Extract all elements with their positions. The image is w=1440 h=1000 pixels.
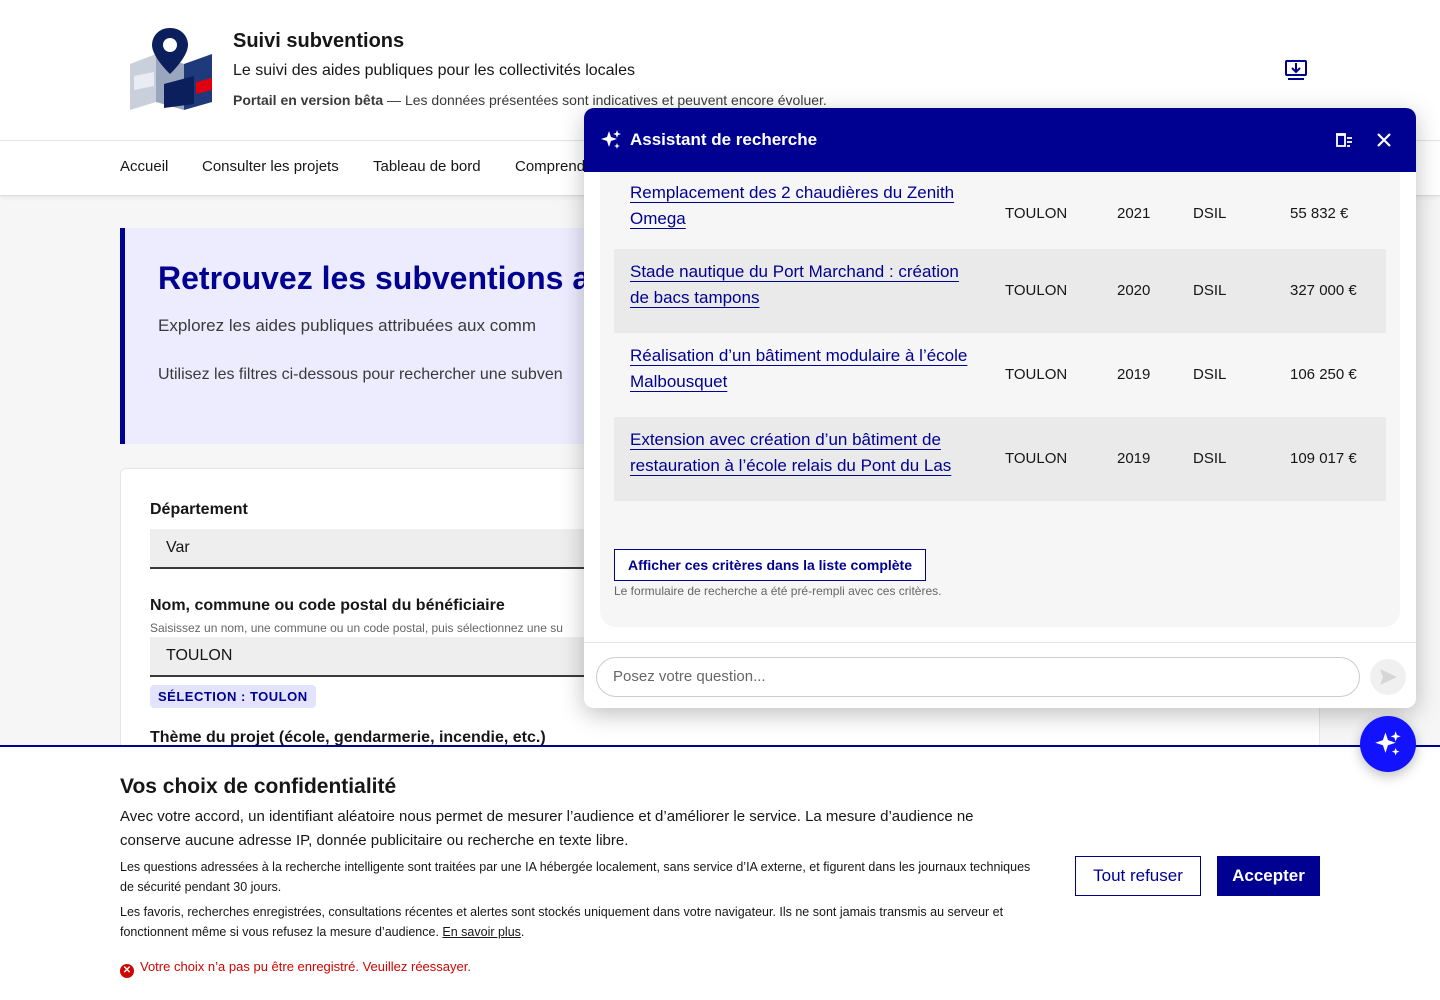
- close-icon[interactable]: [1374, 130, 1394, 150]
- show-criteria-button[interactable]: Afficher ces critères dans la liste comp…: [614, 549, 926, 581]
- assistant-footer: Posez votre question...: [584, 642, 1416, 708]
- result-year: 2020: [1117, 282, 1151, 299]
- assistant-header: Assistant de recherche: [584, 108, 1416, 172]
- learn-more-link[interactable]: En savoir plus: [442, 925, 521, 939]
- result-row: Extension avec création d’un bâtiment de…: [614, 417, 1386, 501]
- accept-button[interactable]: Accepter: [1217, 856, 1320, 896]
- site-logo[interactable]: [124, 24, 216, 114]
- nav-item-tableau-de-bord[interactable]: Tableau de bord: [373, 158, 481, 175]
- result-city: TOULON: [1005, 205, 1068, 222]
- result-year: 2021: [1117, 205, 1151, 222]
- beta-label: Portail en version bêta: [233, 92, 384, 108]
- consent-paragraph-ai: Les questions adressées à la recherche i…: [120, 860, 1031, 894]
- criteria-note: Le formulaire de recherche a été pré-rem…: [614, 584, 942, 598]
- beta-notice: Portail en version bêta — Les données pr…: [233, 92, 827, 108]
- beneficiary-hint: Saisissez un nom, une commune ou un code…: [150, 621, 563, 635]
- send-icon[interactable]: [1370, 659, 1406, 695]
- result-row: Stade nautique du Port Marchand : créati…: [614, 249, 1386, 333]
- result-title-link[interactable]: Stade nautique du Port Marchand : créati…: [630, 259, 980, 311]
- refuse-all-button[interactable]: Tout refuser: [1075, 856, 1201, 896]
- result-city: TOULON: [1005, 450, 1068, 467]
- assistant-title: Assistant de recherche: [630, 130, 818, 149]
- consent-title: Vos choix de confidentialité: [120, 775, 397, 798]
- consent-error-text: Votre choix n’a pas pu être enregistré. …: [140, 959, 471, 974]
- selection-badge[interactable]: SÉLECTION : TOULON: [150, 685, 316, 708]
- site-tagline: Le suivi des aides publiques pour les co…: [233, 62, 635, 79]
- hero-instructions: Utilisez les filtres ci-dessous pour rec…: [158, 366, 563, 383]
- result-city: TOULON: [1005, 282, 1068, 299]
- consent-error: ✕ Votre choix n’a pas pu être enregistré.…: [120, 959, 471, 978]
- nav-item-projets[interactable]: Consulter les projets: [202, 158, 339, 175]
- result-program: DSIL: [1193, 205, 1227, 222]
- question-input[interactable]: Posez votre question...: [596, 657, 1360, 697]
- site-title[interactable]: Suivi subventions: [233, 30, 404, 53]
- download-icon[interactable]: [1282, 56, 1310, 84]
- result-amount: 55 832 €: [1290, 205, 1349, 222]
- assistant-messages[interactable]: Remplacement des 2 chaudières du Zenith …: [584, 172, 1416, 642]
- result-amount: 109 017 €: [1290, 450, 1357, 467]
- consent-storage-end: .: [520, 925, 525, 939]
- result-program: DSIL: [1193, 282, 1227, 299]
- assistant-message: Remplacement des 2 chaudières du Zenith …: [600, 172, 1400, 627]
- result-title-link[interactable]: Extension avec création d’un bâtiment de…: [630, 427, 980, 479]
- sparkles-icon: [600, 129, 622, 151]
- nav-item-accueil[interactable]: Accueil: [120, 158, 168, 175]
- result-program: DSIL: [1193, 366, 1227, 383]
- result-row: Réalisation d’un bâtiment modulaire à l’…: [614, 333, 1386, 417]
- sparkles-icon: [1375, 731, 1401, 756]
- beta-text: — Les données présentées sont indicative…: [383, 92, 827, 108]
- result-row: Remplacement des 2 chaudières du Zenith …: [614, 172, 1386, 256]
- assistant-toggle-button[interactable]: [1360, 716, 1416, 772]
- assistant-panel: Assistant de recherche Remplacement des …: [584, 108, 1416, 708]
- result-title-link[interactable]: Remplacement des 2 chaudières du Zenith …: [630, 180, 980, 232]
- result-amount: 327 000 €: [1290, 282, 1357, 299]
- consent-paragraph-storage: Les favoris, recherches enregistrées, co…: [120, 902, 1040, 942]
- error-icon: ✕: [120, 964, 134, 978]
- result-year: 2019: [1117, 450, 1151, 467]
- consent-banner: Vos choix de confidentialité Avec votre …: [0, 745, 1440, 1000]
- result-program: DSIL: [1193, 450, 1227, 467]
- result-amount: 106 250 €: [1290, 366, 1357, 383]
- clear-history-icon[interactable]: [1334, 130, 1354, 150]
- hero-subtitle: Explorez les aides publiques attribuées …: [158, 316, 536, 335]
- result-city: TOULON: [1005, 366, 1068, 383]
- consent-storage-text: Les favoris, recherches enregistrées, co…: [120, 905, 1004, 939]
- consent-paragraph-audience: Avec votre accord, un identifiant aléato…: [120, 808, 974, 849]
- result-year: 2019: [1117, 366, 1151, 383]
- page-title: Retrouvez les subventions a: [158, 260, 591, 296]
- beneficiary-label: Nom, commune ou code postal du bénéficia…: [150, 597, 505, 614]
- department-label: Département: [150, 501, 248, 518]
- result-title-link[interactable]: Réalisation d’un bâtiment modulaire à l’…: [630, 343, 980, 395]
